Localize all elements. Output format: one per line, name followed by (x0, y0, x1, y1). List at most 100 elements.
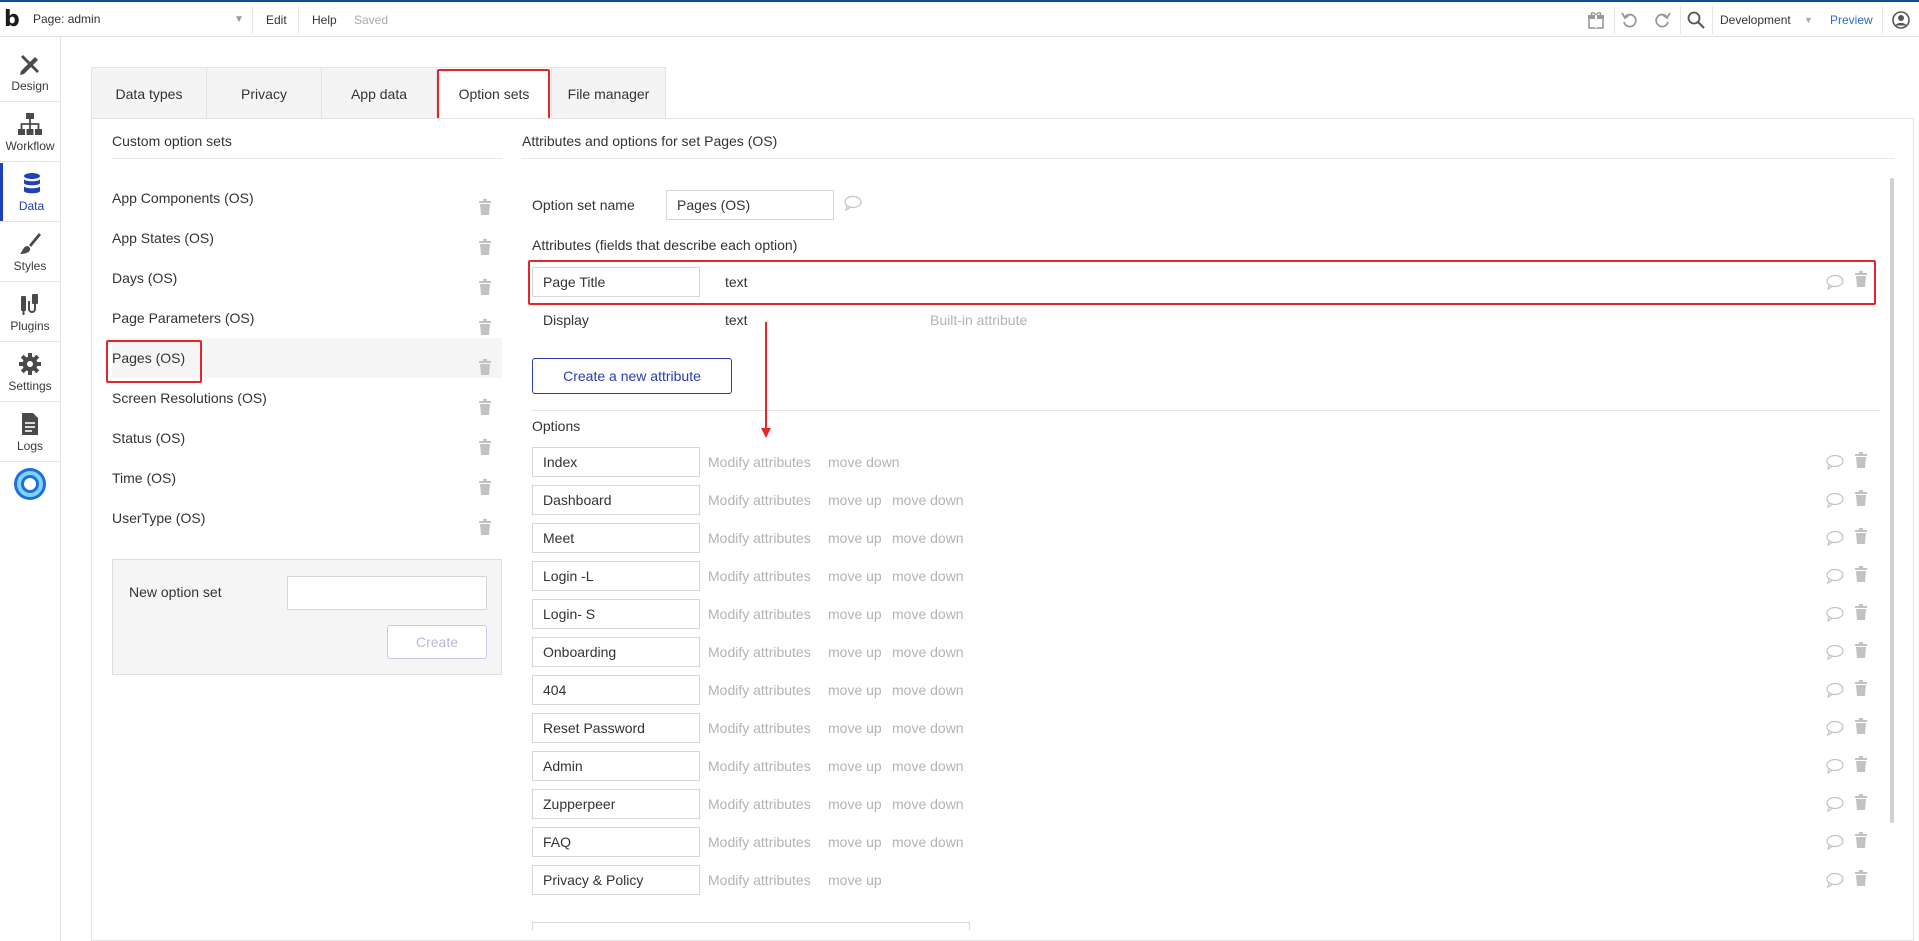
trash-icon[interactable] (1854, 680, 1868, 696)
redo-icon[interactable] (1652, 10, 1672, 30)
trash-icon[interactable] (478, 430, 492, 455)
comment-icon[interactable] (1826, 682, 1844, 699)
modify-attributes-link[interactable]: Modify attributes (708, 796, 811, 812)
trash-icon[interactable] (478, 350, 492, 375)
move-down-link[interactable]: move down (828, 454, 900, 470)
trash-icon[interactable] (478, 510, 492, 535)
new-option-input[interactable] (532, 922, 970, 930)
scrollbar[interactable] (1890, 178, 1894, 823)
option-name-input[interactable]: Onboarding (532, 637, 700, 667)
chevron-down-icon[interactable]: ▼ (1804, 15, 1813, 25)
move-down-link[interactable]: move down (892, 834, 964, 850)
move-down-link[interactable]: move down (892, 530, 964, 546)
bubble-logo[interactable]: b (4, 7, 20, 32)
tab-option-sets[interactable]: Option sets (436, 67, 552, 119)
option-set-item[interactable]: Time (OS) (112, 458, 502, 498)
account-icon[interactable] (1891, 10, 1911, 30)
comment-icon[interactable] (1826, 530, 1844, 547)
trash-icon[interactable] (1854, 604, 1868, 620)
move-up-link[interactable]: move up (828, 758, 882, 774)
modify-attributes-link[interactable]: Modify attributes (708, 758, 811, 774)
create-attribute-button[interactable]: Create a new attribute (532, 358, 732, 394)
trash-icon[interactable] (478, 230, 492, 255)
modify-attributes-link[interactable]: Modify attributes (708, 720, 811, 736)
move-down-link[interactable]: move down (892, 568, 964, 584)
trash-icon[interactable] (1854, 718, 1868, 734)
move-down-link[interactable]: move down (892, 492, 964, 508)
trash-icon[interactable] (1854, 870, 1868, 886)
comment-icon[interactable] (1826, 606, 1844, 623)
ring-logo-button[interactable] (0, 465, 60, 523)
trash-icon[interactable] (1854, 271, 1868, 287)
trash-icon[interactable] (1854, 832, 1868, 848)
comment-icon[interactable] (844, 195, 862, 212)
chevron-down-icon[interactable]: ▼ (234, 14, 244, 25)
trash-icon[interactable] (478, 310, 492, 335)
move-up-link[interactable]: move up (828, 530, 882, 546)
option-set-item[interactable]: App Components (OS) (112, 178, 502, 218)
sidebar-item-settings[interactable]: Settings (0, 343, 60, 401)
create-option-set-button[interactable]: Create (387, 625, 487, 659)
comment-icon[interactable] (1826, 492, 1844, 509)
comment-icon[interactable] (1826, 834, 1844, 851)
tab-file-manager[interactable]: File manager (551, 67, 666, 119)
edit-menu[interactable]: Edit (266, 13, 287, 27)
option-name-input[interactable]: Login -L (532, 561, 700, 591)
search-icon[interactable] (1686, 10, 1706, 30)
move-up-link[interactable]: move up (828, 872, 882, 888)
option-name-input[interactable]: Zupperpeer (532, 789, 700, 819)
move-down-link[interactable]: move down (892, 758, 964, 774)
modify-attributes-link[interactable]: Modify attributes (708, 834, 811, 850)
trash-icon[interactable] (478, 390, 492, 415)
trash-icon[interactable] (1854, 642, 1868, 658)
help-menu[interactable]: Help (312, 13, 337, 27)
option-set-item[interactable]: Status (OS) (112, 418, 502, 458)
modify-attributes-link[interactable]: Modify attributes (708, 606, 811, 622)
sidebar-item-styles[interactable]: Styles (0, 223, 60, 281)
option-set-item[interactable]: Screen Resolutions (OS) (112, 378, 502, 418)
sidebar-item-workflow[interactable]: Workflow (0, 103, 60, 161)
option-name-input[interactable]: Reset Password (532, 713, 700, 743)
move-down-link[interactable]: move down (892, 796, 964, 812)
move-up-link[interactable]: move up (828, 492, 882, 508)
modify-attributes-link[interactable]: Modify attributes (708, 454, 811, 470)
tab-app-data[interactable]: App data (321, 67, 437, 119)
comment-icon[interactable] (1826, 758, 1844, 775)
move-up-link[interactable]: move up (828, 682, 882, 698)
sidebar-item-logs[interactable]: Logs (0, 403, 60, 461)
comment-icon[interactable] (1826, 872, 1844, 889)
move-down-link[interactable]: move down (892, 644, 964, 660)
tab-privacy[interactable]: Privacy (206, 67, 322, 119)
modify-attributes-link[interactable]: Modify attributes (708, 530, 811, 546)
modify-attributes-link[interactable]: Modify attributes (708, 872, 811, 888)
option-name-input[interactable]: Admin (532, 751, 700, 781)
gift-icon[interactable] (1586, 10, 1606, 30)
modify-attributes-link[interactable]: Modify attributes (708, 568, 811, 584)
option-name-input[interactable]: Dashboard (532, 485, 700, 515)
sidebar-item-design[interactable]: Design (0, 43, 60, 101)
trash-icon[interactable] (1854, 528, 1868, 544)
trash-icon[interactable] (1854, 490, 1868, 506)
option-set-item[interactable]: Page Parameters (OS) (112, 298, 502, 338)
move-up-link[interactable]: move up (828, 568, 882, 584)
move-up-link[interactable]: move up (828, 644, 882, 660)
trash-icon[interactable] (478, 470, 492, 495)
new-option-set-input[interactable] (287, 576, 487, 610)
move-up-link[interactable]: move up (828, 606, 882, 622)
option-set-name-input[interactable]: Pages (OS) (666, 190, 834, 220)
undo-icon[interactable] (1620, 10, 1640, 30)
comment-icon[interactable] (1826, 454, 1844, 471)
trash-icon[interactable] (478, 190, 492, 215)
trash-icon[interactable] (1854, 756, 1868, 772)
page-selector[interactable]: Page: admin (33, 12, 100, 26)
sidebar-item-data[interactable]: Data (0, 163, 60, 221)
preview-link[interactable]: Preview (1830, 13, 1873, 27)
trash-icon[interactable] (478, 270, 492, 295)
option-set-item[interactable]: Days (OS) (112, 258, 502, 298)
move-up-link[interactable]: move up (828, 796, 882, 812)
option-set-item[interactable]: App States (OS) (112, 218, 502, 258)
attribute-name-input[interactable]: Page Title (532, 267, 700, 297)
move-down-link[interactable]: move down (892, 682, 964, 698)
environment-selector[interactable]: Development (1720, 13, 1791, 27)
move-down-link[interactable]: move down (892, 606, 964, 622)
